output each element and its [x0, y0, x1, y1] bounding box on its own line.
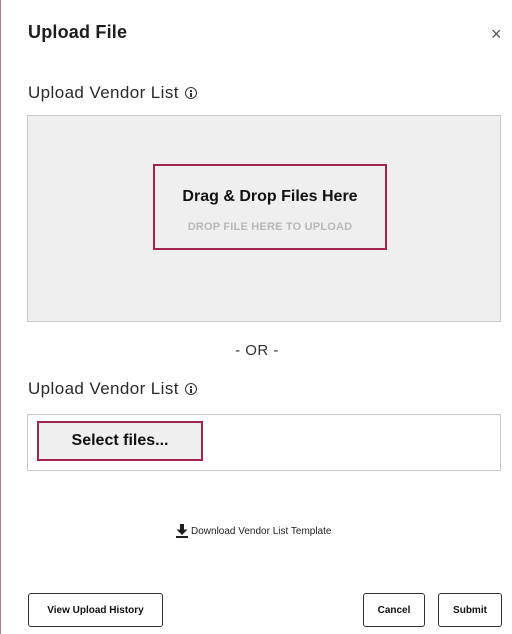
upload-vendor-list-label-text: Upload Vendor List — [28, 83, 179, 102]
file-select-box: Select files... — [27, 414, 501, 471]
select-vendor-list-label-text: Upload Vendor List — [28, 379, 179, 398]
submit-button[interactable]: Submit — [438, 593, 502, 627]
close-icon[interactable]: × — [491, 25, 502, 43]
download-template-label: Download Vendor List Template — [191, 525, 332, 537]
view-upload-history-button[interactable]: View Upload History — [28, 593, 163, 627]
download-template-link[interactable]: Download Vendor List Template — [176, 524, 331, 538]
or-separator: - OR - — [235, 342, 279, 359]
info-icon[interactable] — [184, 383, 197, 395]
file-dropzone[interactable]: Drag & Drop Files Here DROP FILE HERE TO… — [27, 115, 501, 322]
info-icon[interactable] — [184, 87, 197, 99]
dialog-title: Upload File — [28, 22, 128, 42]
drop-heading: Drag & Drop Files Here — [182, 188, 358, 205]
select-vendor-list-label: Upload Vendor List — [28, 379, 197, 399]
cancel-button[interactable]: Cancel — [363, 593, 425, 627]
drop-subtext: DROP FILE HERE TO UPLOAD — [187, 221, 353, 233]
download-icon — [176, 524, 188, 538]
drop-target[interactable]: Drag & Drop Files Here DROP FILE HERE TO… — [153, 164, 387, 250]
upload-file-dialog: Upload File × Upload Vendor List Drag & … — [0, 0, 512, 634]
select-files-button[interactable]: Select files... — [37, 421, 203, 461]
upload-vendor-list-label: Upload Vendor List — [28, 83, 197, 103]
